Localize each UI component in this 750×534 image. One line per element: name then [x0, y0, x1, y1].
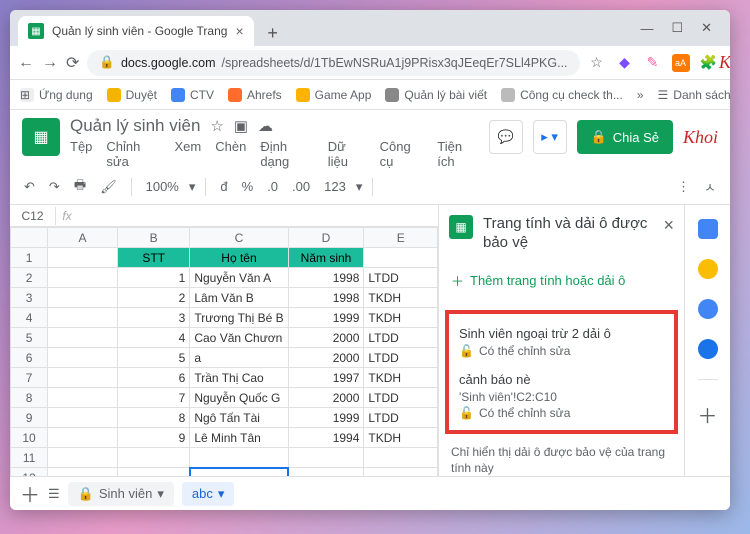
highlighted-ranges: Sinh viên ngoại trừ 2 dải ô 🔓Có thể chỉn…: [445, 310, 678, 434]
all-sheets-button[interactable]: ☰: [48, 486, 60, 502]
move-icon[interactable]: ▣: [234, 117, 248, 135]
panel-note: Chỉ hiển thị dải ô được bảo vệ của trang…: [439, 438, 684, 477]
tab-title: Quản lý sinh viên - Google Trang: [52, 24, 227, 38]
grid[interactable]: ABCDE1STTHọ tênNăm sinh21Nguyễn Văn A199…: [10, 227, 438, 476]
ext-icon[interactable]: 🧩: [700, 54, 718, 72]
paint-icon[interactable]: 🖌: [96, 177, 121, 197]
bookmark-item[interactable]: Ahrefs: [228, 88, 282, 102]
menu-tools[interactable]: Công cụ: [380, 139, 424, 169]
sheets-logo[interactable]: ▦: [22, 118, 60, 156]
user-avatar[interactable]: Khoi: [683, 127, 718, 148]
ext-icon[interactable]: ✎: [644, 54, 662, 72]
cloud-icon[interactable]: ☁: [258, 117, 273, 135]
ext-icon[interactable]: ◆: [616, 54, 634, 72]
close-tab-icon[interactable]: ×: [235, 23, 243, 39]
reload-icon[interactable]: ⟳: [66, 53, 79, 73]
protect-panel: ▦ Trang tính và dải ô được bảo vệ × ＋ Th…: [438, 205, 684, 476]
undo-icon[interactable]: ↶: [20, 177, 39, 197]
share-button[interactable]: 🔒 Chia Sẻ: [577, 120, 673, 154]
sheets-favicon: ▦: [28, 23, 44, 39]
main-area: C12 fx ABCDE1STTHọ tênNăm sinh21Nguyễn V…: [10, 205, 730, 476]
address-bar: ← → ⟳ 🔒 docs.google.com/spreadsheets/d/1…: [10, 46, 730, 80]
menu-view[interactable]: Xem: [175, 139, 202, 169]
url-domain: docs.google.com: [121, 56, 216, 70]
lock-open-icon: 🔓: [459, 406, 474, 420]
tasks-icon[interactable]: [698, 299, 718, 319]
zoom-select[interactable]: 100%: [142, 177, 183, 196]
extension-icons: ☆ ◆ ✎ aA 🧩 Khoi ⋮: [588, 54, 730, 72]
currency-button[interactable]: đ: [216, 177, 231, 196]
bookmark-item[interactable]: Quản lý bài viết: [385, 88, 487, 102]
lock-open-icon: 🔓: [459, 344, 474, 358]
panel-title: Trang tính và dải ô được bảo vệ: [483, 215, 653, 253]
comments-button[interactable]: 💬: [489, 120, 523, 154]
add-addon-icon[interactable]: ＋: [698, 400, 718, 429]
ext-icon[interactable]: aA: [672, 54, 690, 72]
star-icon[interactable]: ☆: [588, 54, 606, 72]
forward-icon[interactable]: →: [42, 54, 58, 72]
menu-insert[interactable]: Chèn: [215, 139, 246, 169]
bookmarks-bar: ⊞Ứng dụng Duyệt CTV Ahrefs Game App Quản…: [10, 80, 730, 110]
calendar-icon[interactable]: [698, 219, 718, 239]
document-title[interactable]: Quản lý sinh viên: [70, 116, 200, 136]
minimize-icon[interactable]: —: [640, 21, 653, 36]
app-header: ▦ Quản lý sinh viên ☆ ▣ ☁ Tệp Chỉnh sửa …: [10, 110, 730, 169]
sheet-area: C12 fx ABCDE1STTHọ tênNăm sinh21Nguyễn V…: [10, 205, 438, 476]
url-field[interactable]: 🔒 docs.google.com/spreadsheets/d/1TbEwNS…: [87, 50, 579, 76]
toolbar-more-icon[interactable]: ⋮: [673, 177, 694, 197]
browser-window: ▦ Quản lý sinh viên - Google Trang × + —…: [10, 10, 730, 510]
formula-bar: C12 fx: [10, 205, 438, 227]
name-box[interactable]: C12: [10, 207, 56, 225]
protected-range-item[interactable]: Sinh viên ngoại trừ 2 dải ô 🔓Có thể chỉn…: [455, 322, 668, 368]
dec-decrease[interactable]: .0: [263, 177, 282, 196]
menu-data[interactable]: Dữ liệu: [328, 139, 366, 169]
fx-label: fx: [56, 209, 78, 223]
sheet-tab-active[interactable]: abc ▾: [182, 482, 235, 506]
apps-button[interactable]: ⊞Ứng dụng: [20, 88, 93, 102]
percent-button[interactable]: %: [238, 177, 258, 196]
url-path: /spreadsheets/d/1TbEwNSRuA1j9PRisx3qJEeq…: [222, 56, 568, 70]
bookmark-item[interactable]: Game App: [296, 88, 372, 102]
add-sheet-button[interactable]: ＋: [20, 479, 40, 508]
menu-extensions[interactable]: Tiện ích: [437, 139, 478, 169]
keep-icon[interactable]: [698, 259, 718, 279]
print-icon[interactable]: 🖶: [70, 174, 90, 200]
menu-edit[interactable]: Chỉnh sửa: [106, 139, 160, 169]
more-formats[interactable]: 123: [320, 177, 350, 196]
browser-tab[interactable]: ▦ Quản lý sinh viên - Google Trang ×: [18, 16, 254, 46]
titlebar: ▦ Quản lý sinh viên - Google Trang × + —…: [10, 10, 730, 46]
protected-range-item[interactable]: cảnh báo nè 'Sinh viên'!C2:C10 🔓Có thể c…: [455, 368, 668, 422]
maximize-icon[interactable]: ☐: [671, 20, 683, 36]
lock-icon: 🔒: [99, 55, 115, 70]
profile-avatar[interactable]: Khoi: [728, 54, 730, 72]
close-window-icon[interactable]: ✕: [701, 20, 712, 36]
reading-list[interactable]: ☰Danh sách đọc: [658, 88, 730, 102]
sheet-tabs-bar: ＋ ☰ 🔒 Sinh viên ▾ abc ▾: [10, 476, 730, 510]
star-outline-icon[interactable]: ☆: [210, 117, 223, 135]
collapse-icon[interactable]: ㅅ: [700, 175, 720, 198]
side-rail: ＋: [684, 205, 730, 476]
present-button[interactable]: ▸ ▾: [533, 120, 567, 154]
new-tab-button[interactable]: +: [260, 20, 286, 46]
add-range-button[interactable]: ＋ Thêm trang tính hoặc dải ô: [439, 263, 684, 298]
menubar: Tệp Chỉnh sửa Xem Chèn Định dạng Dữ liệu…: [70, 139, 479, 169]
sheet-tab[interactable]: 🔒 Sinh viên ▾: [68, 482, 174, 506]
redo-icon[interactable]: ↷: [45, 177, 64, 197]
panel-logo-icon: ▦: [449, 215, 473, 239]
bookmark-item[interactable]: Duyệt: [107, 88, 157, 102]
back-icon[interactable]: ←: [18, 54, 34, 72]
contacts-icon[interactable]: [698, 339, 718, 359]
toolbar: ↶ ↷ 🖶 🖌 100%▾ đ % .0 .00 123▾ ⋮ ㅅ: [10, 169, 730, 205]
bookmark-item[interactable]: Công cụ check th...: [501, 88, 623, 102]
dec-increase[interactable]: .00: [288, 177, 314, 196]
panel-close-icon[interactable]: ×: [663, 215, 674, 236]
bookmark-item[interactable]: CTV: [171, 88, 214, 102]
menu-file[interactable]: Tệp: [70, 139, 92, 169]
window-controls: — ☐ ✕: [630, 10, 722, 46]
menu-format[interactable]: Định dạng: [260, 139, 313, 169]
